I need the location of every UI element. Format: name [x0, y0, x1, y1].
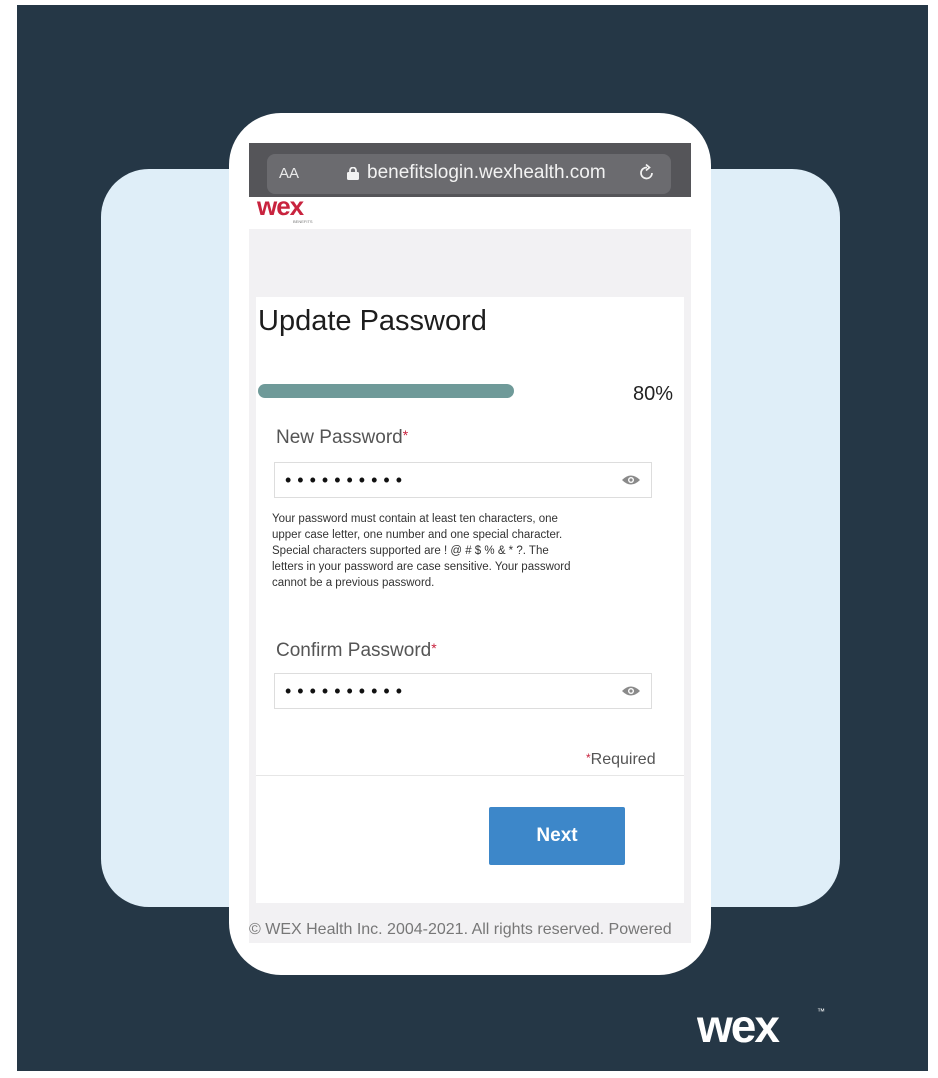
- confirm-password-field[interactable]: ••••••••••: [274, 673, 652, 709]
- footer-copyright: © WEX Health Inc. 2004-2021. All rights …: [249, 921, 672, 938]
- wex-logo[interactable]: wex: [257, 191, 304, 221]
- divider: [256, 775, 684, 776]
- new-password-field[interactable]: ••••••••••: [274, 462, 652, 498]
- url-text[interactable]: benefitslogin.wexhealth.com: [367, 162, 606, 184]
- browser-address-bar: AA benefitslogin.wexhealth.com: [249, 143, 691, 197]
- required-asterisk: *: [431, 640, 437, 656]
- eye-icon[interactable]: [621, 473, 641, 487]
- reload-icon[interactable]: [637, 163, 657, 183]
- wex-corner-logo-text: wex: [697, 1002, 780, 1048]
- update-password-form: Update Password 80% New Password* ••••••…: [256, 297, 684, 903]
- lock-icon: [347, 167, 359, 180]
- confirm-password-label: Confirm Password*: [276, 640, 437, 662]
- trademark-mark: ™: [817, 1007, 825, 1016]
- new-password-label: New Password*: [276, 427, 408, 449]
- password-requirements-text: Your password must contain at least ten …: [272, 513, 571, 589]
- site-header: [249, 197, 691, 229]
- wex-corner-logo: wex ™: [697, 1002, 825, 1048]
- confirm-password-value: ••••••••••: [285, 681, 409, 701]
- progress-bar: [258, 384, 578, 398]
- required-asterisk: *: [402, 427, 409, 443]
- wex-logo-subtext: BENEFITS: [293, 219, 313, 224]
- phone-frame: AA benefitslogin.wexhealth.com wex BENEF…: [229, 113, 711, 975]
- progress-label: 80%: [633, 383, 674, 405]
- eye-icon[interactable]: [621, 684, 641, 698]
- required-note-text: Required: [590, 751, 656, 768]
- page-title: Update Password: [258, 305, 487, 337]
- new-password-label-text: New Password: [276, 427, 403, 448]
- progress-fill: [258, 384, 514, 398]
- phone-screen: AA benefitslogin.wexhealth.com wex BENEF…: [249, 143, 691, 943]
- confirm-password-label-text: Confirm Password: [276, 640, 432, 661]
- new-password-value: ••••••••••: [285, 470, 409, 490]
- next-button[interactable]: Next: [489, 807, 625, 865]
- text-size-button[interactable]: AA: [279, 165, 299, 182]
- required-note: *Required: [586, 751, 656, 769]
